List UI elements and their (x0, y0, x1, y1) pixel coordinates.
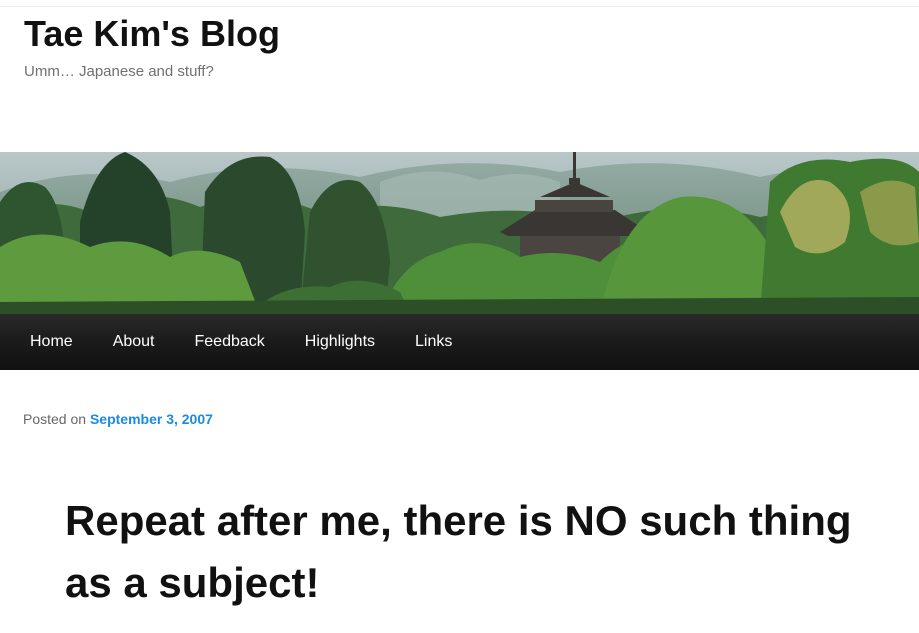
top-divider (0, 6, 919, 7)
main-nav: Home About Feedback Highlights Links (0, 314, 919, 370)
blog-page: Tae Kim's Blog Umm… Japanese and stuff? (0, 0, 919, 633)
pagoda-forest-banner (0, 152, 919, 314)
nav-highlights[interactable]: Highlights (285, 314, 395, 370)
header-banner-image[interactable] (0, 152, 919, 314)
post-date-link[interactable]: September 3, 2007 (90, 411, 213, 427)
site-tagline: Umm… Japanese and stuff? (24, 63, 214, 80)
post-title[interactable]: Repeat after me, there is NO such thing … (65, 490, 865, 614)
post-meta: Posted on September 3, 2007 (23, 410, 213, 428)
posted-on-label: Posted on (23, 411, 87, 427)
nav-about[interactable]: About (93, 314, 175, 370)
site-title[interactable]: Tae Kim's Blog (24, 12, 280, 56)
nav-home[interactable]: Home (10, 314, 93, 370)
nav-links[interactable]: Links (395, 314, 472, 370)
nav-feedback[interactable]: Feedback (175, 314, 285, 370)
